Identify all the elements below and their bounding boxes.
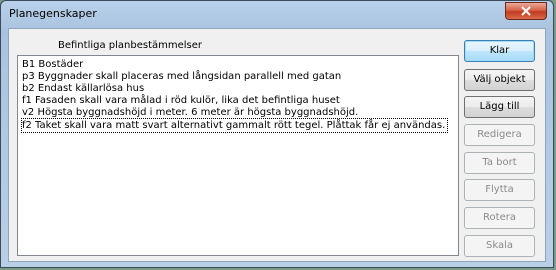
close-button[interactable]: [505, 2, 547, 20]
flytta-button[interactable]: Flytta: [464, 179, 535, 201]
list-item[interactable]: v2 Högsta byggnadshöjd i meter. 6 meter …: [22, 106, 358, 119]
planbestammelser-list[interactable]: B1 Bostäder p3 Byggnader skall placeras …: [17, 55, 459, 256]
title-bar[interactable]: Planegenskaper: [1, 1, 553, 27]
lagg-till-button[interactable]: Lägg till: [464, 96, 535, 118]
rotera-button[interactable]: Rotera: [464, 207, 535, 229]
skala-button[interactable]: Skala: [464, 235, 535, 257]
window-title: Planegenskaper: [9, 7, 97, 20]
klar-button[interactable]: Klar: [464, 40, 535, 62]
ta-bort-button[interactable]: Ta bort: [464, 152, 535, 174]
list-label: Befintliga planbestämmelser: [58, 40, 203, 51]
list-item-focused[interactable]: f2 Taket skall vara matt svart alternati…: [20, 118, 449, 133]
valj-objekt-button[interactable]: Välj objekt: [464, 69, 535, 91]
redigera-button[interactable]: Redigera: [464, 124, 535, 146]
close-icon: [521, 6, 531, 16]
dialog-client-area: Befintliga planbestämmelser B1 Bostäder …: [8, 28, 546, 262]
dialog-window: Planegenskaper Befintliga planbestämmels…: [0, 0, 554, 268]
